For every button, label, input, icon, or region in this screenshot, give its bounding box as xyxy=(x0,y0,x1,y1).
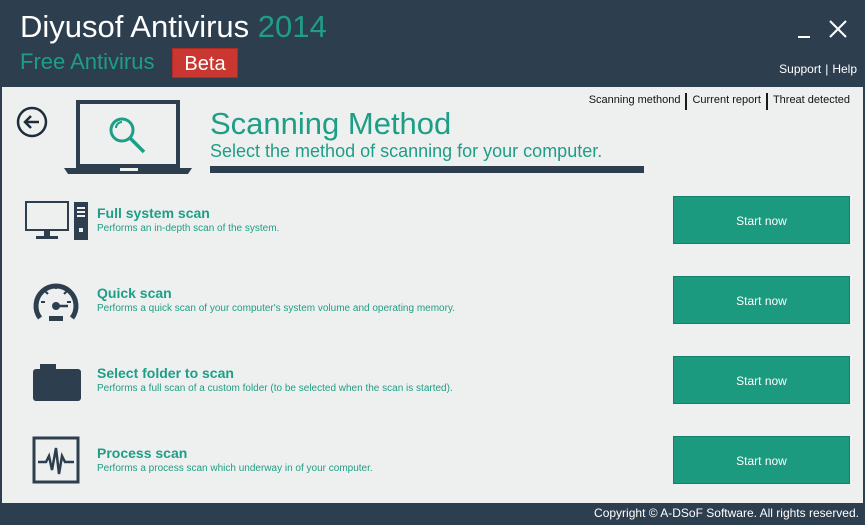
beta-badge: Beta xyxy=(172,48,238,78)
page-subtitle: Select the method of scanning for your c… xyxy=(210,141,603,161)
start-folder-scan-button[interactable]: Start now xyxy=(673,356,850,404)
scan-description: Performs an in-depth scan of the system. xyxy=(97,223,280,234)
scan-title: Full system scan xyxy=(97,205,210,221)
start-quick-scan-button[interactable]: Start now xyxy=(673,276,850,324)
app-subtitle: Free Antivirus xyxy=(20,49,155,74)
close-button[interactable] xyxy=(825,16,851,42)
minimize-icon xyxy=(798,36,810,38)
page-title: Scanning Method xyxy=(210,106,452,141)
scan-option-quick: Quick scan Performs a quick scan of your… xyxy=(0,276,865,346)
speedometer-icon xyxy=(32,278,80,329)
scan-title: Process scan xyxy=(97,445,188,461)
tab-current-report[interactable]: Current report xyxy=(685,93,765,110)
footer-bar: Copyright © A-DSoF Software. All rights … xyxy=(0,503,865,525)
support-link[interactable]: Support xyxy=(779,62,821,76)
app-title-year: 2014 xyxy=(257,9,327,44)
laptop-search-icon xyxy=(64,100,196,183)
top-tabs: Scanning methond Current report Threat d… xyxy=(584,93,855,110)
tab-threat-detected[interactable]: Threat detected xyxy=(765,93,855,110)
scan-description: Performs a quick scan of your computer's… xyxy=(97,303,455,314)
title-bar: Diyusof Antivirus 2014 Free Antivirus Be… xyxy=(0,0,865,87)
app-window: Diyusof Antivirus 2014 Free Antivirus Be… xyxy=(0,0,865,525)
pulse-monitor-icon xyxy=(32,436,80,489)
tab-scanning-method[interactable]: Scanning methond xyxy=(584,93,686,110)
scan-option-folder: Select folder to scan Performs a full sc… xyxy=(0,356,865,426)
folder-icon xyxy=(32,362,82,407)
desktop-computer-icon xyxy=(24,200,92,247)
start-full-system-scan-button[interactable]: Start now xyxy=(673,196,850,244)
scan-title: Quick scan xyxy=(97,285,172,301)
header-links: Support | Help xyxy=(779,62,857,76)
minimize-button[interactable] xyxy=(792,16,818,42)
help-link[interactable]: Help xyxy=(832,62,857,76)
link-separator: | xyxy=(825,62,829,76)
back-button[interactable] xyxy=(16,106,48,138)
scan-title: Select folder to scan xyxy=(97,365,234,381)
app-title-main: Diyusof Antivirus xyxy=(20,9,250,44)
app-title: Diyusof Antivirus 2014 xyxy=(20,10,327,44)
scan-option-full-system: Full system scan Performs an in-depth sc… xyxy=(0,196,865,266)
title-underline xyxy=(210,166,644,173)
scan-description: Performs a full scan of a custom folder … xyxy=(97,383,453,394)
back-arrow-icon xyxy=(16,106,48,138)
start-process-scan-button[interactable]: Start now xyxy=(673,436,850,484)
copyright-text: Copyright © A-DSoF Software. All rights … xyxy=(594,506,859,520)
close-icon xyxy=(829,20,847,38)
scan-description: Performs a process scan which underway i… xyxy=(97,463,373,474)
scan-option-process: Process scan Performs a process scan whi… xyxy=(0,436,865,506)
